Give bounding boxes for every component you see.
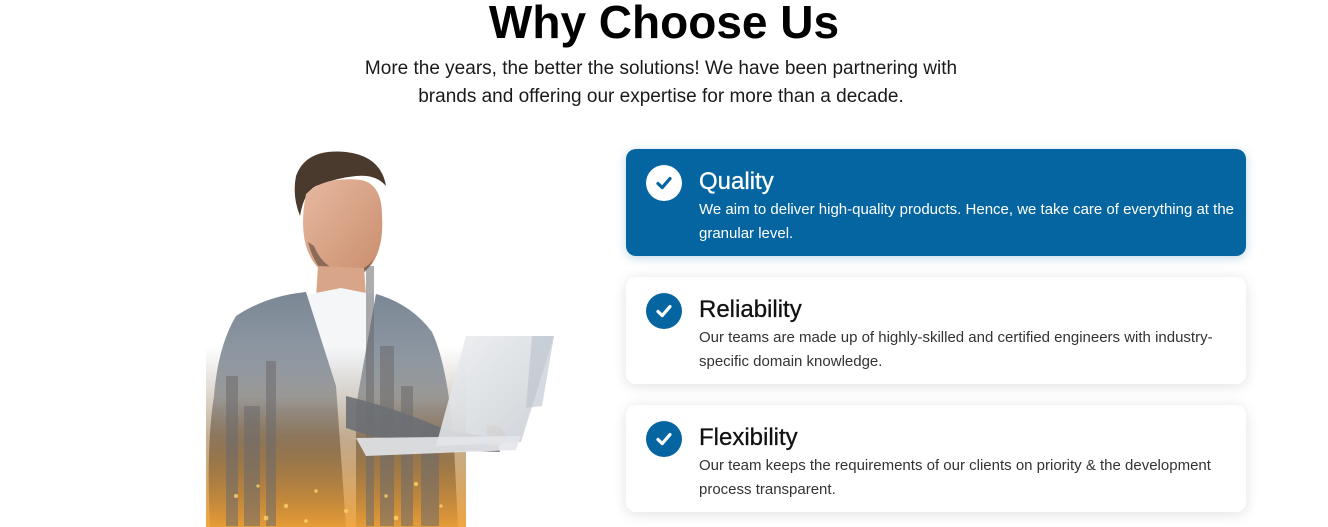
- businessman-illustration: [196, 146, 566, 527]
- check-circle-icon: [646, 293, 682, 329]
- check-circle-icon: [646, 165, 682, 201]
- feature-title: Flexibility: [699, 424, 798, 451]
- feature-title: Quality: [699, 168, 774, 195]
- feature-description: We aim to deliver high-quality products.…: [699, 201, 1234, 242]
- feature-title: Reliability: [699, 296, 802, 323]
- section-title: Why Choose Us: [488, 0, 840, 48]
- feature-description: Our team keeps the requirements of our c…: [699, 457, 1211, 498]
- why-choose-us-section: Why Choose Us More the years, the better…: [0, 0, 1328, 527]
- feature-list: Quality We aim to deliver high-quality p…: [626, 149, 1246, 527]
- section-subtitle: More the years, the better the solutions…: [364, 58, 958, 107]
- feature-card-reliability[interactable]: Reliability Our teams are made up of hig…: [626, 277, 1246, 384]
- feature-card-flexibility[interactable]: Flexibility Our team keeps the requireme…: [626, 405, 1246, 512]
- feature-card-quality[interactable]: Quality We aim to deliver high-quality p…: [626, 149, 1246, 256]
- feature-description: Our teams are made up of highly-skilled …: [699, 329, 1213, 370]
- check-circle-icon: [646, 421, 682, 457]
